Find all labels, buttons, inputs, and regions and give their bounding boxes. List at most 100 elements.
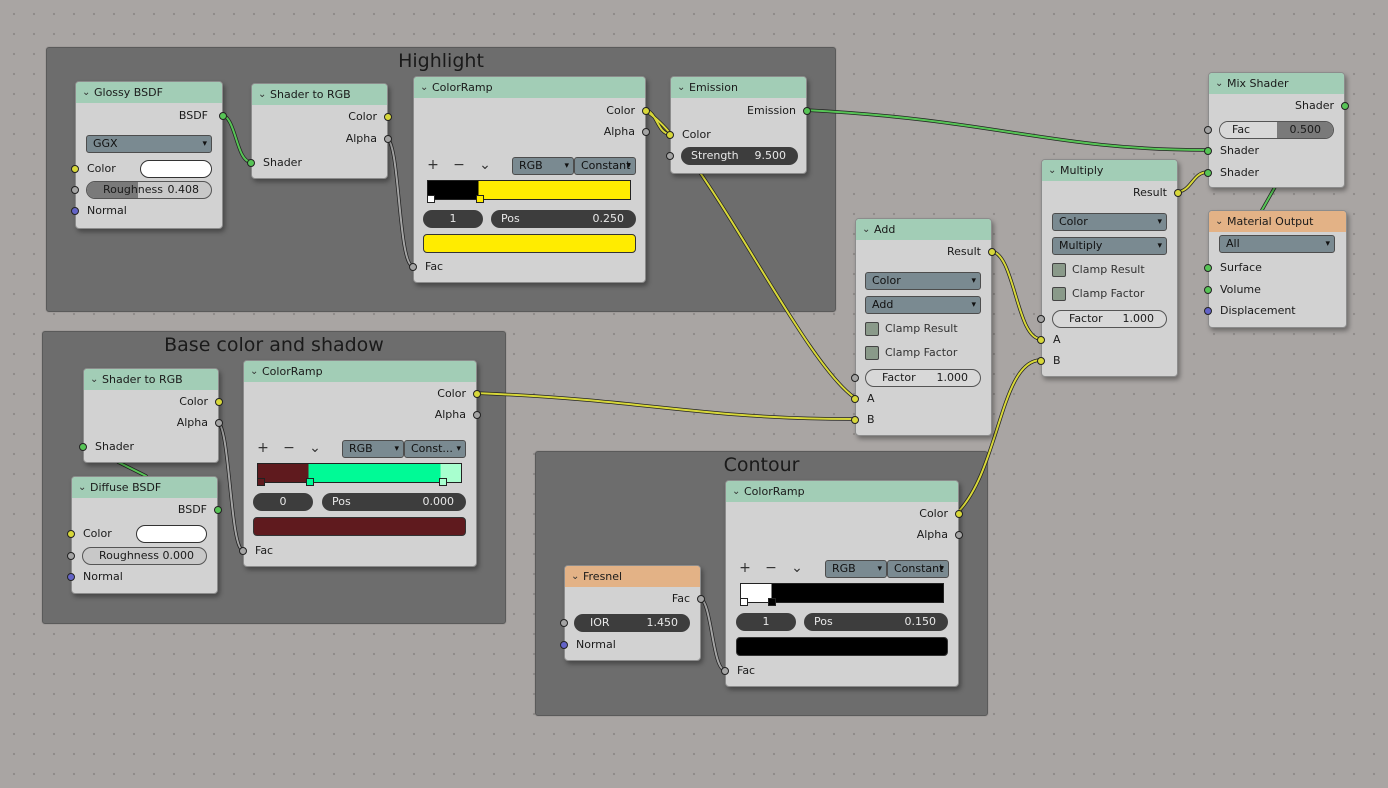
output-shader-socket[interactable] xyxy=(1341,102,1349,110)
collapse-chevron-icon[interactable]: ⌄ xyxy=(1048,165,1060,176)
node-header[interactable]: ⌄ Emission xyxy=(671,77,806,98)
node-header[interactable]: ⌄ Glossy BSDF xyxy=(76,82,222,103)
factor-slider[interactable]: Factor 1.000 xyxy=(1052,310,1167,328)
collapse-chevron-icon[interactable]: ⌄ xyxy=(677,82,689,93)
interpolation-select[interactable]: Const... ▾ xyxy=(404,440,466,458)
output-color-socket[interactable] xyxy=(642,107,650,115)
node-material-output[interactable]: ⌄ Material Output All ▾ Surface Volume Dis… xyxy=(1204,210,1347,328)
node-header[interactable]: ⌄ Material Output xyxy=(1209,211,1346,232)
output-result-socket[interactable] xyxy=(1174,189,1182,197)
input-fac-socket[interactable] xyxy=(239,547,247,555)
color-ramp-gradient[interactable] xyxy=(257,463,462,486)
collapse-chevron-icon[interactable]: ⌄ xyxy=(862,224,874,235)
data-type-select[interactable]: Color ▾ xyxy=(865,272,981,290)
interpolation-select[interactable]: Constant ▾ xyxy=(887,560,949,578)
remove-stop-button[interactable]: − xyxy=(446,157,472,173)
collapse-chevron-icon[interactable]: ⌄ xyxy=(78,482,90,493)
output-result-socket[interactable] xyxy=(988,248,996,256)
input-color-socket[interactable] xyxy=(666,131,674,139)
output-emission-socket[interactable] xyxy=(803,107,811,115)
node-diffuse-bsdf[interactable]: ⌄ Diffuse BSDF BSDF Color Roughness 0.000… xyxy=(67,476,222,594)
output-color-socket[interactable] xyxy=(473,390,481,398)
input-fac-socket[interactable] xyxy=(721,667,729,675)
remove-stop-button[interactable]: − xyxy=(758,560,784,576)
output-fac-socket[interactable] xyxy=(697,595,705,603)
color-mode-select[interactable]: RGB ▾ xyxy=(512,157,574,175)
output-bsdf-socket[interactable] xyxy=(214,506,222,514)
add-stop-button[interactable]: + xyxy=(732,560,758,576)
input-fac-socket[interactable] xyxy=(409,263,417,271)
ramp-stop-1-selected[interactable] xyxy=(768,598,776,606)
node-header[interactable]: ⌄ Shader to RGB xyxy=(252,84,387,105)
node-emission[interactable]: ⌄ Emission Emission Color Strength 9.500 xyxy=(666,76,811,174)
add-stop-button[interactable]: + xyxy=(250,440,276,456)
input-factor-socket[interactable] xyxy=(851,374,859,382)
blend-mode-select[interactable]: Multiply ▾ xyxy=(1052,237,1167,255)
node-header[interactable]: ⌄ Fresnel xyxy=(565,566,700,587)
input-color-socket[interactable] xyxy=(67,530,75,538)
stop-position-field[interactable]: Pos 0.250 xyxy=(491,210,636,228)
input-b-socket[interactable] xyxy=(851,416,859,424)
color-mode-select[interactable]: RGB ▾ xyxy=(825,560,887,578)
input-normal-socket[interactable] xyxy=(71,207,79,215)
collapse-chevron-icon[interactable]: ⌄ xyxy=(250,366,262,377)
input-a-socket[interactable] xyxy=(1037,336,1045,344)
output-color-socket[interactable] xyxy=(215,398,223,406)
clamp-result-checkbox[interactable]: Clamp Result xyxy=(865,321,958,337)
active-stop-index[interactable]: 1 xyxy=(736,613,796,631)
node-header[interactable]: ⌄ ColorRamp xyxy=(244,361,476,382)
color-mode-select[interactable]: RGB ▾ xyxy=(342,440,404,458)
ramp-stop-0[interactable] xyxy=(427,195,435,203)
stop-position-field[interactable]: Pos 0.150 xyxy=(804,613,948,631)
node-mix-multiply[interactable]: ⌄ Multiply Result Color ▾ Multiply ▾ Clamp … xyxy=(1037,159,1182,377)
interpolation-select[interactable]: Constant ▾ xyxy=(574,157,636,175)
input-roughness-socket[interactable] xyxy=(71,186,79,194)
factor-slider[interactable]: Factor 1.000 xyxy=(865,369,981,387)
collapse-chevron-icon[interactable]: ⌄ xyxy=(258,89,270,100)
render-target-select[interactable]: All ▾ xyxy=(1219,235,1335,253)
roughness-slider[interactable]: Roughness 0.408 xyxy=(86,181,212,199)
input-ior-socket[interactable] xyxy=(560,619,568,627)
input-strength-socket[interactable] xyxy=(666,152,674,160)
input-roughness-socket[interactable] xyxy=(67,552,75,560)
fac-slider[interactable]: Fac 0.500 xyxy=(1219,121,1334,139)
input-normal-socket[interactable] xyxy=(67,573,75,581)
output-alpha-socket[interactable] xyxy=(473,411,481,419)
node-header[interactable]: ⌄ Mix Shader xyxy=(1209,73,1344,94)
input-displacement-socket[interactable] xyxy=(1204,307,1212,315)
node-header[interactable]: ⌄ Shader to RGB xyxy=(84,369,218,390)
input-shader-2-socket[interactable] xyxy=(1204,169,1212,177)
ramp-menu-chevron-icon[interactable]: ⌄ xyxy=(302,440,328,456)
input-color-socket[interactable] xyxy=(71,165,79,173)
collapse-chevron-icon[interactable]: ⌄ xyxy=(90,374,102,385)
output-alpha-socket[interactable] xyxy=(955,531,963,539)
input-factor-socket[interactable] xyxy=(1037,315,1045,323)
ramp-stop-0[interactable] xyxy=(740,598,748,606)
collapse-chevron-icon[interactable]: ⌄ xyxy=(82,87,94,98)
input-fac-socket[interactable] xyxy=(1204,126,1212,134)
node-colorramp-highlight[interactable]: ⌄ ColorRamp Color Alpha + − ⌄ RGB ▾ Constant… xyxy=(409,76,650,283)
node-mix-shader[interactable]: ⌄ Mix Shader Shader Fac 0.500 Shader Shad… xyxy=(1204,72,1349,188)
ramp-stop-2[interactable] xyxy=(439,478,447,486)
output-alpha-socket[interactable] xyxy=(215,419,223,427)
ramp-stop-0-selected[interactable] xyxy=(257,478,265,486)
strength-field[interactable]: Strength 9.500 xyxy=(681,147,798,165)
node-header[interactable]: ⌄ Diffuse BSDF xyxy=(72,477,217,498)
node-fresnel[interactable]: ⌄ Fresnel Fac IOR 1.450 Normal xyxy=(560,565,705,661)
color-ramp-gradient[interactable] xyxy=(740,583,944,606)
input-surface-socket[interactable] xyxy=(1204,264,1212,272)
data-type-select[interactable]: Color ▾ xyxy=(1052,213,1167,231)
collapse-chevron-icon[interactable]: ⌄ xyxy=(571,571,583,582)
stop-position-field[interactable]: Pos 0.000 xyxy=(322,493,466,511)
clamp-factor-checkbox[interactable]: Clamp Factor xyxy=(1052,286,1144,302)
node-glossy-bsdf[interactable]: ⌄ Glossy BSDF BSDF GGX ▾ Color Roughness 0… xyxy=(71,81,227,229)
node-shader-to-rgb[interactable]: ⌄ Shader to RGB Color Alpha Shader xyxy=(247,83,392,179)
node-colorramp-contour[interactable]: ⌄ ColorRamp Color Alpha + − ⌄ RGB ▾ Constant… xyxy=(721,480,963,687)
node-header[interactable]: ⌄ Add xyxy=(856,219,991,240)
input-a-socket[interactable] xyxy=(851,395,859,403)
add-stop-button[interactable]: + xyxy=(420,157,446,173)
node-shader-to-rgb-base[interactable]: ⌄ Shader to RGB Color Alpha Shader xyxy=(79,368,223,463)
ramp-stop-1[interactable] xyxy=(306,478,314,486)
stop-color-swatch[interactable] xyxy=(736,637,948,656)
collapse-chevron-icon[interactable]: ⌄ xyxy=(1215,216,1227,227)
